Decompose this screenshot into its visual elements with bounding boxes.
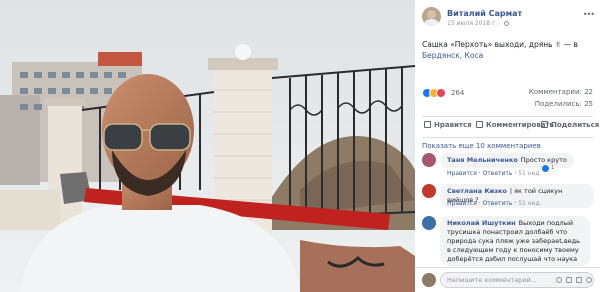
emoji-icon[interactable] — [556, 277, 562, 283]
comment-reaction-badge[interactable]: 1 — [541, 164, 556, 173]
comments-count[interactable]: Комментарии: 22 — [529, 88, 593, 96]
post-date[interactable]: 15 июля 2018 г. — [447, 20, 497, 27]
post-photo[interactable] — [0, 0, 415, 292]
post-body: Сашка «Перхоть» выходи, дрянь — [422, 40, 553, 49]
comment-input-placeholder: Напишите комментарий... — [447, 276, 537, 284]
action-bar: Нравится Комментировать Поделиться — [415, 121, 600, 133]
comment-input[interactable]: Напишите комментарий... — [440, 272, 594, 288]
globe-icon — [503, 21, 509, 26]
share-label: Поделиться — [551, 121, 600, 129]
commenter-avatar[interactable] — [422, 184, 436, 198]
sticker-icon[interactable] — [586, 277, 592, 283]
share-button[interactable]: Поделиться — [541, 121, 599, 129]
post-meta: 15 июля 2018 г. · — [447, 20, 509, 27]
show-more-comments-link[interactable]: Показать еще 10 комментариев — [422, 142, 541, 150]
comment-icon — [476, 121, 483, 128]
like-reaction-icon — [542, 165, 549, 172]
commenter-avatar[interactable] — [422, 216, 436, 230]
love-reaction-icon — [436, 88, 446, 98]
comment-item: Таня Мельниченко Просто круто 1 Нравится … — [422, 153, 594, 179]
post-header: Виталий Сармат 15 июля 2018 г. · ••• — [422, 7, 595, 29]
like-button[interactable]: Нравится — [424, 121, 472, 129]
commenter-avatar[interactable] — [422, 153, 436, 167]
comment-text: Просто круто — [520, 156, 567, 164]
like-label: Нравится — [434, 121, 472, 129]
comment-time[interactable]: 51 нед. — [518, 170, 541, 177]
comment-bubble: Николай Ишуткин Выходи подлый трусишка по… — [440, 216, 590, 266]
shares-count[interactable]: Поделились: 25 — [535, 100, 593, 108]
post-text: Сашка «Перхоть» выходи, дрянь ✌ — в Берд… — [422, 39, 592, 61]
comment-actions: Нравится · Ответить · 51 нед. — [447, 170, 542, 177]
location-prefix: — в — [563, 40, 578, 49]
comment-actions: Нравится · Ответить · 51 нед. — [447, 200, 542, 207]
divider — [422, 137, 593, 138]
divider — [422, 116, 593, 117]
more-options-icon[interactable]: ••• — [583, 10, 595, 19]
current-user-avatar — [422, 273, 436, 287]
photo-scene — [0, 0, 415, 292]
author-avatar[interactable] — [422, 7, 441, 26]
comment-item: Николай Ишуткин Выходи подлый трусишка по… — [422, 216, 594, 266]
reaction-count: 264 — [451, 89, 465, 97]
share-icon — [541, 121, 548, 128]
comment-time[interactable]: 51 нед. — [518, 200, 541, 207]
comment-item: Светлана Кизко | як той сцикун вийшов ? Н… — [422, 184, 594, 210]
comment-reply-link[interactable]: Ответить — [483, 200, 513, 207]
thumbs-up-icon — [424, 121, 431, 128]
comment-like-link[interactable]: Нравится — [447, 200, 477, 207]
victory-emoji: ✌ — [554, 40, 562, 49]
camera-icon[interactable] — [566, 277, 572, 283]
post-sidebar: Виталий Сармат 15 июля 2018 г. · ••• Саш… — [415, 0, 600, 292]
commenter-name[interactable]: Светлана Кизко — [447, 187, 507, 195]
location-link[interactable]: Бердянск, Коса — [422, 51, 483, 60]
commenter-name[interactable]: Таня Мельниченко — [447, 156, 518, 164]
comment-composer: Напишите комментарий... — [415, 267, 600, 292]
comment-like-link[interactable]: Нравится — [447, 170, 477, 177]
comment-reaction-count: 1 — [551, 165, 555, 171]
comment-reply-link[interactable]: Ответить — [483, 170, 513, 177]
commenter-name[interactable]: Николай Ишуткин — [447, 219, 516, 227]
gif-icon[interactable] — [576, 277, 582, 283]
author-name[interactable]: Виталий Сармат — [447, 9, 522, 18]
